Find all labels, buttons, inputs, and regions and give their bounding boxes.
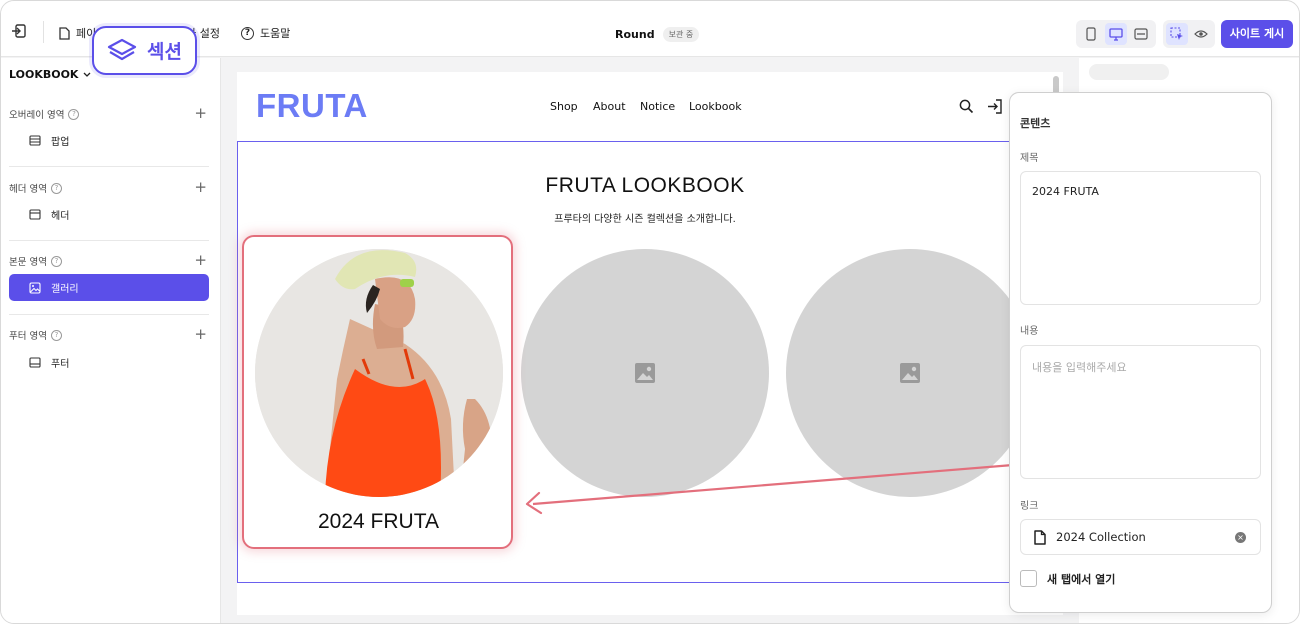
section-callout: 섹션 [92,26,197,75]
nav-link-shop[interactable]: Shop [550,100,578,113]
callout-label: 섹션 [147,41,182,63]
device-toggle-group [1076,20,1156,48]
title-field[interactable]: 2024 FRUTA [1020,171,1261,305]
body-area-title: 본문 영역 ? [9,254,62,268]
help-icon[interactable]: ? [68,108,80,120]
gallery-image-3-placeholder[interactable] [786,249,1034,497]
clear-link-icon[interactable]: × [1235,532,1246,543]
fullwidth-icon [1134,28,1148,40]
help-icon: ? [241,26,254,40]
eye-icon [1194,30,1208,38]
edit-mode-group [1163,20,1215,48]
mobile-view-button[interactable] [1080,23,1102,45]
save-status-badge: 보관 중 [662,27,700,42]
layers-icon [107,38,137,60]
open-new-tab-option[interactable]: 새 탭에서 열기 [1020,570,1115,587]
fullwidth-view-button[interactable] [1130,23,1152,45]
content-field[interactable]: 내용을 입력해주세요 [1020,345,1261,479]
sidebar-item-gallery[interactable]: 갤러리 [9,274,209,301]
lookbook-subtitle[interactable]: 프루타의 다양한 시즌 컬렉션을 소개합니다. [237,210,1053,225]
sidebar-item-label: 팝업 [51,137,70,148]
header-layout-icon [29,209,41,220]
lookbook-title[interactable]: FRUTA LOOKBOOK [237,174,1053,198]
new-tab-label: 새 탭에서 열기 [1047,572,1116,586]
page-icon [59,26,70,40]
overlay-area-label: 오버레이 영역 [9,110,65,121]
highlighted-card-outline [242,235,513,549]
toolbar-divider [43,21,44,43]
sidebar-item-header[interactable]: 헤더 [9,201,209,228]
sidebar-item-footer[interactable]: 푸터 [9,349,209,376]
select-cursor-icon [1170,27,1183,40]
page-selector[interactable]: LOOKBOOK [9,68,91,81]
image-placeholder-icon [900,363,920,383]
add-overlay-button[interactable]: + [194,106,207,121]
content-settings-panel: 콘텐츠 제목 2024 FRUTA 내용 내용을 입력해주세요 링크 2024 … [1009,92,1272,613]
desktop-view-button[interactable] [1105,23,1127,45]
help-icon[interactable]: ? [50,255,62,267]
help-menu[interactable]: ? 도움말 [241,25,290,41]
preview-button[interactable] [1190,23,1212,45]
footer-layout-icon [29,357,41,368]
header-area-label: 헤더 영역 [9,184,47,195]
help-icon[interactable]: ? [50,329,62,341]
link-value: 2024 Collection [1056,530,1146,544]
nav-link-about[interactable]: About [593,100,626,113]
mobile-icon [1086,27,1096,41]
sidebar-item-label: 헤더 [51,211,70,222]
header-area-title: 헤더 영역 ? [9,181,62,195]
help-label: 도움말 [260,27,291,40]
footer-area-label: 푸터 영역 [9,331,47,342]
footer-area-title: 푸터 영역 ? [9,328,62,342]
select-mode-button[interactable] [1166,23,1188,45]
overlay-area-title: 오버레이 영역 ? [9,107,80,121]
group-divider [9,314,209,315]
site-title-area: Round 보관 중 [615,27,700,42]
add-header-button[interactable]: + [194,180,207,195]
page-select-label: LOOKBOOK [9,68,79,81]
search-icon[interactable] [959,99,974,114]
image-icon [29,281,41,294]
content-field-label: 내용 [1020,326,1039,337]
app-window: 페이지 테마 설정 ? 도움말 Round 보관 중 사이트 게시 LOOKBO… [0,0,1300,624]
group-divider [9,166,209,167]
site-title: Round [615,28,655,41]
popup-icon [29,135,41,146]
panel-heading: 콘텐츠 [1020,117,1051,130]
link-field-label: 링크 [1020,501,1039,512]
title-field-label: 제목 [1020,153,1039,164]
nav-link-notice[interactable]: Notice [640,100,675,113]
site-logo[interactable]: FRUTA [256,87,368,125]
blurred-placeholder [1089,64,1169,80]
add-body-button[interactable]: + [194,253,207,268]
login-icon[interactable] [987,99,1003,114]
desktop-icon [1109,27,1123,41]
image-placeholder-icon [635,363,655,383]
publish-site-button[interactable]: 사이트 게시 [1221,20,1293,48]
chevron-down-icon [84,72,91,77]
document-icon [1034,529,1046,545]
group-divider [9,240,209,241]
section-sidebar: LOOKBOOK 오버레이 영역 ? + 팝업 헤더 영역 ? + 헤더 본문 … [1,58,221,623]
body-area-label: 본문 영역 [9,257,47,268]
nav-link-lookbook[interactable]: Lookbook [689,100,742,113]
gallery-image-2-placeholder[interactable] [521,249,769,497]
exit-icon[interactable] [11,23,27,39]
link-field[interactable]: 2024 Collection × [1020,519,1261,555]
help-icon[interactable]: ? [50,182,62,194]
new-tab-checkbox[interactable] [1020,570,1037,587]
sidebar-item-label: 갤러리 [51,284,79,295]
sidebar-item-popup[interactable]: 팝업 [9,127,209,154]
sidebar-item-label: 푸터 [51,359,70,370]
add-footer-button[interactable]: + [194,327,207,342]
